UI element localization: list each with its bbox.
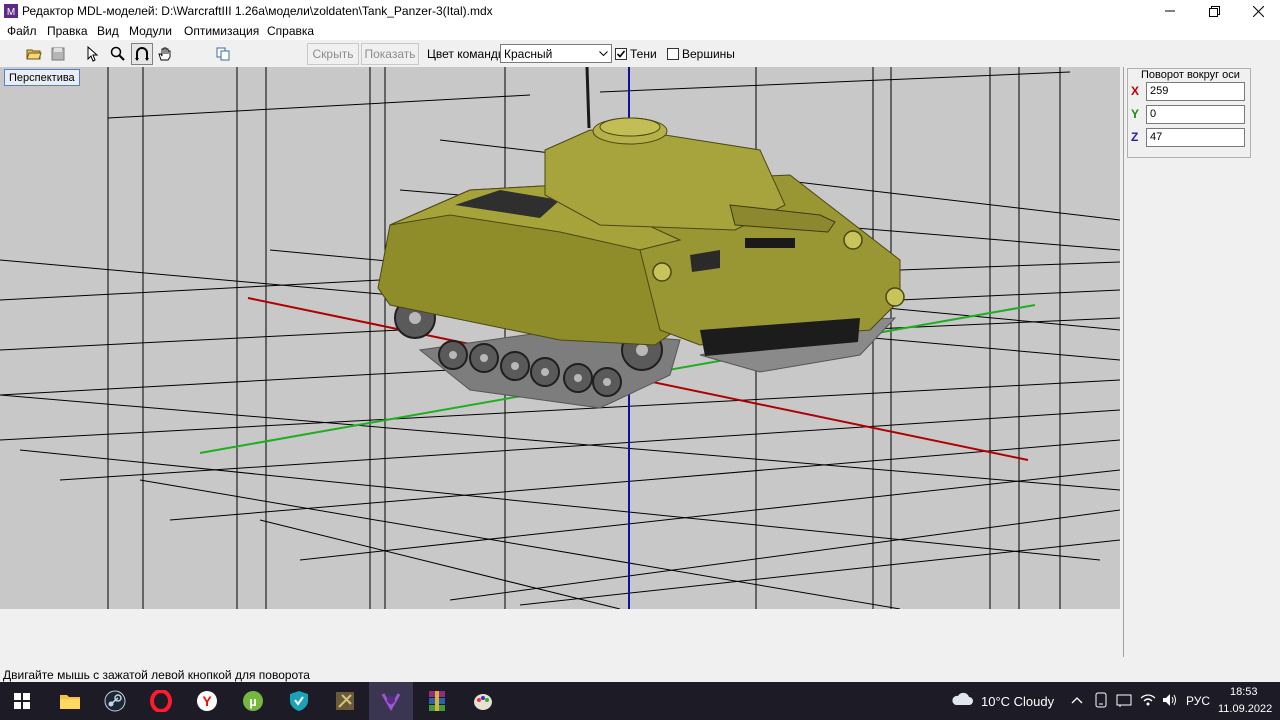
volume-icon[interactable] <box>1162 692 1178 708</box>
warcraft-icon <box>336 692 354 710</box>
chevron-down-icon <box>596 46 610 61</box>
rotation-title: Поворот вокруг оси <box>1141 69 1240 81</box>
view-mode-button[interactable]: Перспектива <box>4 69 80 86</box>
3d-viewport[interactable] <box>0 67 1120 609</box>
taskbar-steam[interactable] <box>93 682 137 720</box>
language-indicator[interactable]: РУС <box>1186 694 1210 708</box>
show-button[interactable]: Показать <box>361 43 419 65</box>
tank-model <box>377 67 905 409</box>
team-color-value: Красный <box>504 47 553 61</box>
menu-modules[interactable]: Модули <box>129 24 172 38</box>
cloud-icon <box>952 692 973 705</box>
window-title: Редактор MDL-моделей: D:\WarcraftIII 1.2… <box>22 4 493 18</box>
weather-text[interactable]: 10°C Cloudy <box>981 694 1054 709</box>
rotate-tool-button[interactable] <box>131 43 153 65</box>
svg-text:µ: µ <box>249 694 257 709</box>
svg-text:Y: Y <box>202 693 212 709</box>
y-axis-label: Y <box>1131 107 1140 121</box>
pan-tool-button[interactable] <box>154 43 176 65</box>
minimize-button[interactable] <box>1148 0 1192 22</box>
restore-icon <box>1208 5 1220 17</box>
steam-icon <box>104 690 126 712</box>
minimize-icon <box>1165 10 1175 12</box>
toolbar-blank-button[interactable] <box>189 43 211 65</box>
menu-optimization[interactable]: Оптимизация <box>184 24 259 38</box>
taskbar-mdl-editor[interactable] <box>369 682 413 720</box>
clock-date[interactable]: 11.09.2022 <box>1218 703 1272 715</box>
yandex-browser-icon: Y <box>197 691 217 711</box>
z-axis-label: Z <box>1131 130 1139 144</box>
hide-button[interactable]: Скрыть <box>307 43 359 65</box>
folder-icon <box>60 695 80 709</box>
shadows-label: Тени <box>630 47 657 61</box>
network-settings-icon[interactable] <box>1116 692 1132 708</box>
shadows-checkbox[interactable] <box>615 48 627 60</box>
wifi-icon[interactable] <box>1140 692 1156 708</box>
scene-canvas <box>0 67 1120 609</box>
rotate-icon <box>135 47 149 61</box>
taskbar-file-explorer[interactable] <box>48 682 92 720</box>
app-icon: M <box>4 4 18 18</box>
checkmark-icon <box>616 50 626 58</box>
device-icon[interactable] <box>1094 692 1108 708</box>
menu-file[interactable]: Файл <box>7 24 37 38</box>
shield-icon <box>290 691 308 711</box>
x-rotation-field[interactable]: 259 <box>1146 82 1245 101</box>
taskbar-warcraft-tool[interactable] <box>323 682 367 720</box>
magnifier-icon <box>110 46 125 61</box>
save-button[interactable] <box>47 43 69 65</box>
taskbar-yandex[interactable]: Y <box>185 682 229 720</box>
svg-text:M: M <box>7 7 15 18</box>
toolbar: Скрыть Показать Цвет команды: Тени Верши… <box>0 40 1280 67</box>
chevron-up-icon[interactable] <box>1071 696 1083 704</box>
utorrent-icon: µ <box>243 691 263 711</box>
taskbar-utorrent[interactable]: µ <box>231 682 275 720</box>
copy-button[interactable] <box>212 43 234 65</box>
select-tool-button[interactable] <box>82 43 104 65</box>
y-rotation-field[interactable]: 0 <box>1146 105 1245 124</box>
menu-edit[interactable]: Правка <box>47 24 88 38</box>
save-icon <box>51 47 65 61</box>
clock-time[interactable]: 18:53 <box>1230 686 1258 698</box>
zoom-tool-button[interactable] <box>107 43 129 65</box>
hand-icon <box>158 47 171 61</box>
palette-icon <box>474 694 492 710</box>
start-button[interactable] <box>0 682 44 720</box>
menu-view[interactable]: Вид <box>97 24 119 38</box>
title-bar: M Редактор MDL-моделей: D:\WarcraftIII 1… <box>0 0 1280 22</box>
z-rotation-field[interactable]: 47 <box>1146 128 1245 147</box>
close-icon <box>1252 5 1264 17</box>
taskbar-shield-app[interactable] <box>277 682 321 720</box>
vertices-label: Вершины <box>682 47 735 61</box>
winrar-icon <box>429 691 445 711</box>
team-color-select[interactable]: Красный <box>500 44 612 63</box>
restore-button[interactable] <box>1192 0 1236 22</box>
menu-bar: Файл Правка Вид Модули Оптимизация Справ… <box>0 22 1280 40</box>
taskbar-winrar[interactable] <box>415 682 459 720</box>
copy-icon <box>216 47 230 61</box>
opera-icon <box>150 690 172 712</box>
cursor-icon <box>87 46 99 62</box>
mdl-editor-icon <box>381 693 401 712</box>
open-button[interactable] <box>23 43 45 65</box>
close-button[interactable] <box>1236 0 1280 22</box>
team-color-label: Цвет команды: <box>427 47 510 61</box>
menu-help[interactable]: Справка <box>267 24 314 38</box>
windows-logo-icon <box>14 693 30 709</box>
open-folder-icon <box>26 49 42 60</box>
vertices-checkbox[interactable] <box>667 48 679 60</box>
taskbar-paint-app[interactable] <box>461 682 505 720</box>
taskbar-opera[interactable] <box>139 682 183 720</box>
status-bar-text: Двигайте мышь с зажатой левой кнопкой дл… <box>3 668 310 682</box>
x-axis-label: X <box>1131 84 1140 98</box>
